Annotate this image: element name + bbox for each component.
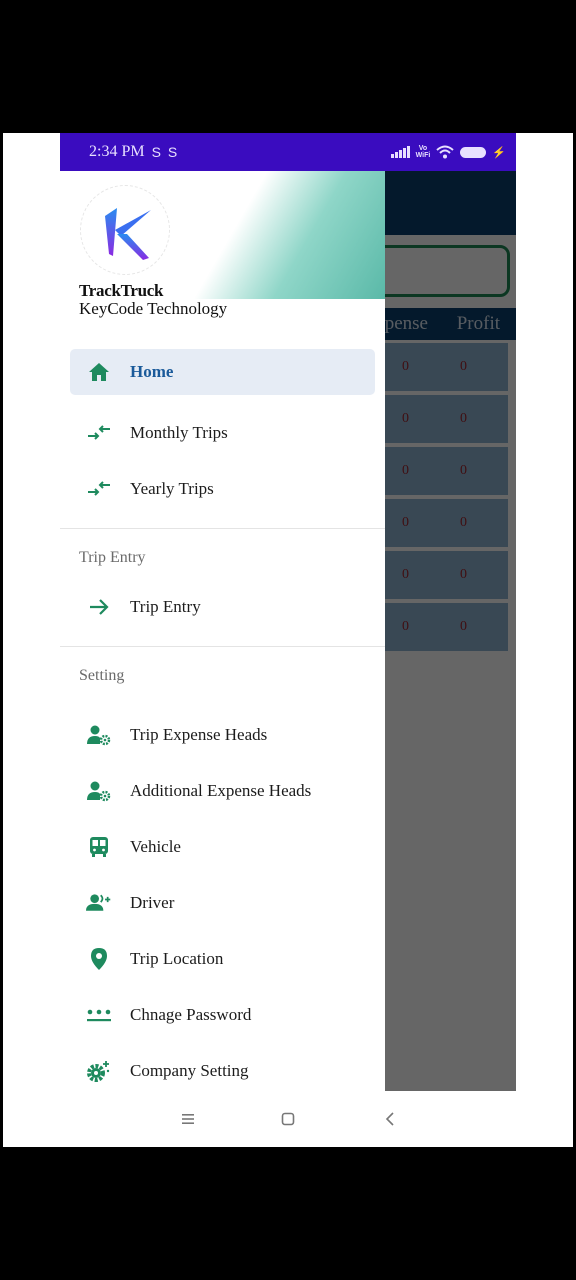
back-button[interactable] (380, 1109, 400, 1129)
status-time: 2:34 PM (89, 143, 145, 160)
menu-item-label: Trip Expense Heads (130, 725, 268, 744)
menu-item-label: Home (130, 362, 174, 381)
phone-screen: pense Profit 00 00 00 00 00 00 2:34 PM S… (60, 133, 516, 1091)
chevron-left-icon (385, 1112, 394, 1126)
charging-icon: ⚡ (492, 146, 506, 159)
section-title-setting: Setting (79, 667, 125, 684)
menu-item-vehicle[interactable]: Vehicle (60, 819, 385, 875)
drawer-header: TrackTruck KeyCode Technology (60, 171, 385, 318)
menu-item-change-password[interactable]: Chnage Password (60, 987, 385, 1043)
recent-apps-button[interactable] (178, 1109, 198, 1129)
menu-item-monthly-trips[interactable]: Monthly Trips (60, 405, 385, 461)
menu-item-company-setting[interactable]: Company Setting (60, 1043, 385, 1091)
menu-item-additional-expense-heads[interactable]: Additional Expense Heads (60, 763, 385, 819)
signal-icon (390, 146, 410, 158)
user-add-icon (86, 890, 112, 916)
home-button[interactable] (278, 1109, 298, 1129)
arrow-right-icon (86, 594, 112, 620)
menu-item-trip-location[interactable]: Trip Location (60, 931, 385, 987)
vowifi-top: Vo (418, 145, 428, 152)
section-title-trip-entry: Trip Entry (79, 549, 146, 566)
menu-item-label: Vehicle (130, 837, 181, 856)
password-icon (86, 1002, 112, 1028)
app-logo (80, 185, 170, 275)
divider (60, 646, 385, 647)
menu-lines-icon (182, 1114, 194, 1124)
menu-item-label: Chnage Password (130, 1005, 252, 1024)
drawer-menu: Home Monthly Trips Yearly Trips Trip Ent… (60, 349, 385, 1091)
system-navigation-bar (3, 1091, 573, 1147)
menu-item-driver[interactable]: Driver (60, 875, 385, 931)
settings-gear-icon (86, 1058, 112, 1084)
menu-item-home[interactable]: Home (70, 349, 375, 395)
menu-item-label: Trip Entry (130, 597, 201, 616)
menu-item-yearly-trips[interactable]: Yearly Trips (60, 461, 385, 517)
location-pin-icon (86, 946, 112, 972)
user-gear-icon (86, 722, 112, 748)
notification-icon: S (151, 144, 161, 160)
menu-item-label: Monthly Trips (130, 423, 228, 442)
square-icon (281, 1112, 295, 1126)
wifi-icon (436, 145, 454, 159)
menu-item-label: Company Setting (130, 1061, 249, 1080)
vowifi-icon: Vo WiFi (416, 145, 431, 159)
notification-icon: S (167, 144, 178, 160)
home-icon (86, 359, 112, 385)
menu-item-label: Driver (130, 893, 175, 912)
menu-item-trip-entry[interactable]: Trip Entry (60, 579, 385, 635)
swap-arrows-icon (86, 420, 112, 446)
user-gear-icon (86, 778, 112, 804)
menu-item-label: Additional Expense Heads (130, 781, 312, 800)
divider (60, 528, 385, 529)
menu-item-trip-expense-heads[interactable]: Trip Expense Heads (60, 707, 385, 763)
menu-item-label: Yearly Trips (130, 479, 214, 498)
swap-arrows-icon (86, 476, 112, 502)
status-bar: 2:34 PM S S Vo WiFi ⚡ (60, 133, 516, 171)
navigation-drawer: TrackTruck KeyCode Technology Home Month… (60, 171, 385, 1091)
menu-item-label: Trip Location (130, 949, 224, 968)
vowifi-bottom: WiFi (415, 152, 431, 159)
bus-icon (86, 834, 112, 860)
app-name: TrackTruck (79, 281, 164, 300)
logo-k-icon (105, 208, 151, 260)
company-name: KeyCode Technology (79, 299, 228, 318)
battery-icon (460, 146, 487, 158)
